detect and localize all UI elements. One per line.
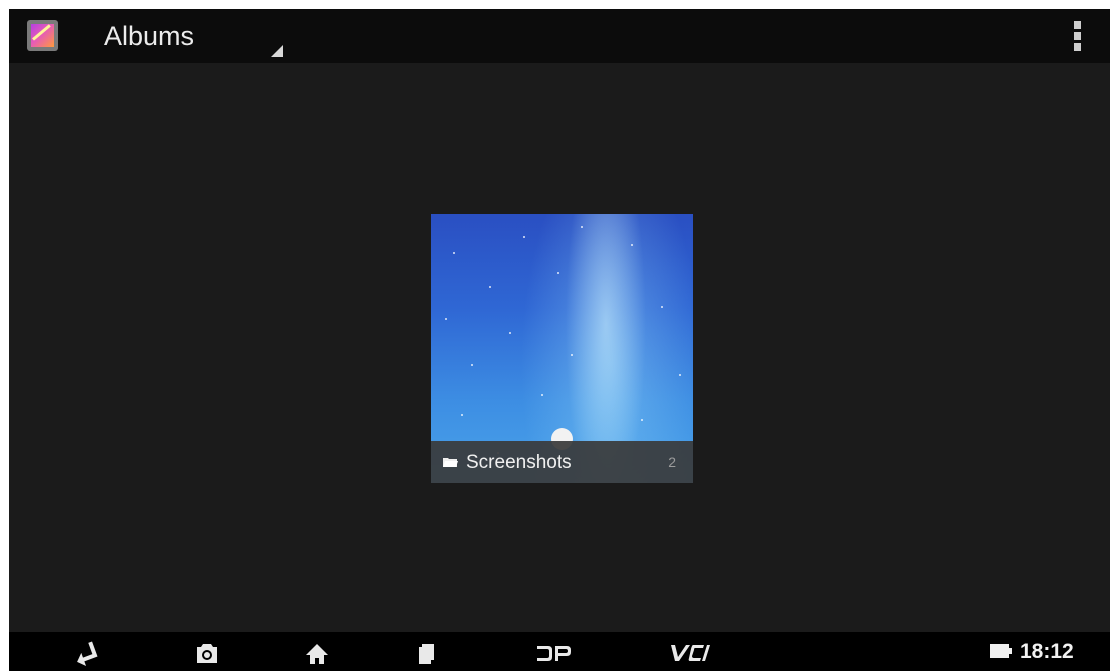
spinner-triangle-icon — [271, 45, 283, 57]
album-name: Screenshots — [466, 452, 572, 473]
page-title: Albums — [104, 21, 195, 51]
album-count: 2 — [668, 454, 676, 470]
action-bar: Albums — [9, 9, 1110, 63]
home-icon[interactable] — [286, 632, 346, 671]
navigation-bar: 18:12 — [9, 632, 1110, 671]
folder-icon — [443, 458, 458, 467]
album-tile-screenshots[interactable]: Screenshots 2 — [431, 214, 693, 483]
recent-apps-icon[interactable] — [394, 632, 454, 671]
vci-icon[interactable] — [657, 632, 727, 671]
album-label-bar: Screenshots 2 — [431, 441, 693, 483]
battery-icon — [990, 644, 1012, 658]
device-screen: Albums Screenshots 2 18:12 — [9, 9, 1110, 671]
overflow-menu-icon[interactable] — [1060, 16, 1096, 56]
dp-icon[interactable] — [519, 632, 589, 671]
gallery-icon[interactable] — [27, 20, 58, 51]
clock: 18:12 — [1020, 640, 1074, 663]
camera-icon[interactable] — [176, 632, 236, 671]
albums-spinner[interactable]: Albums — [89, 9, 289, 63]
back-icon[interactable] — [62, 632, 122, 671]
